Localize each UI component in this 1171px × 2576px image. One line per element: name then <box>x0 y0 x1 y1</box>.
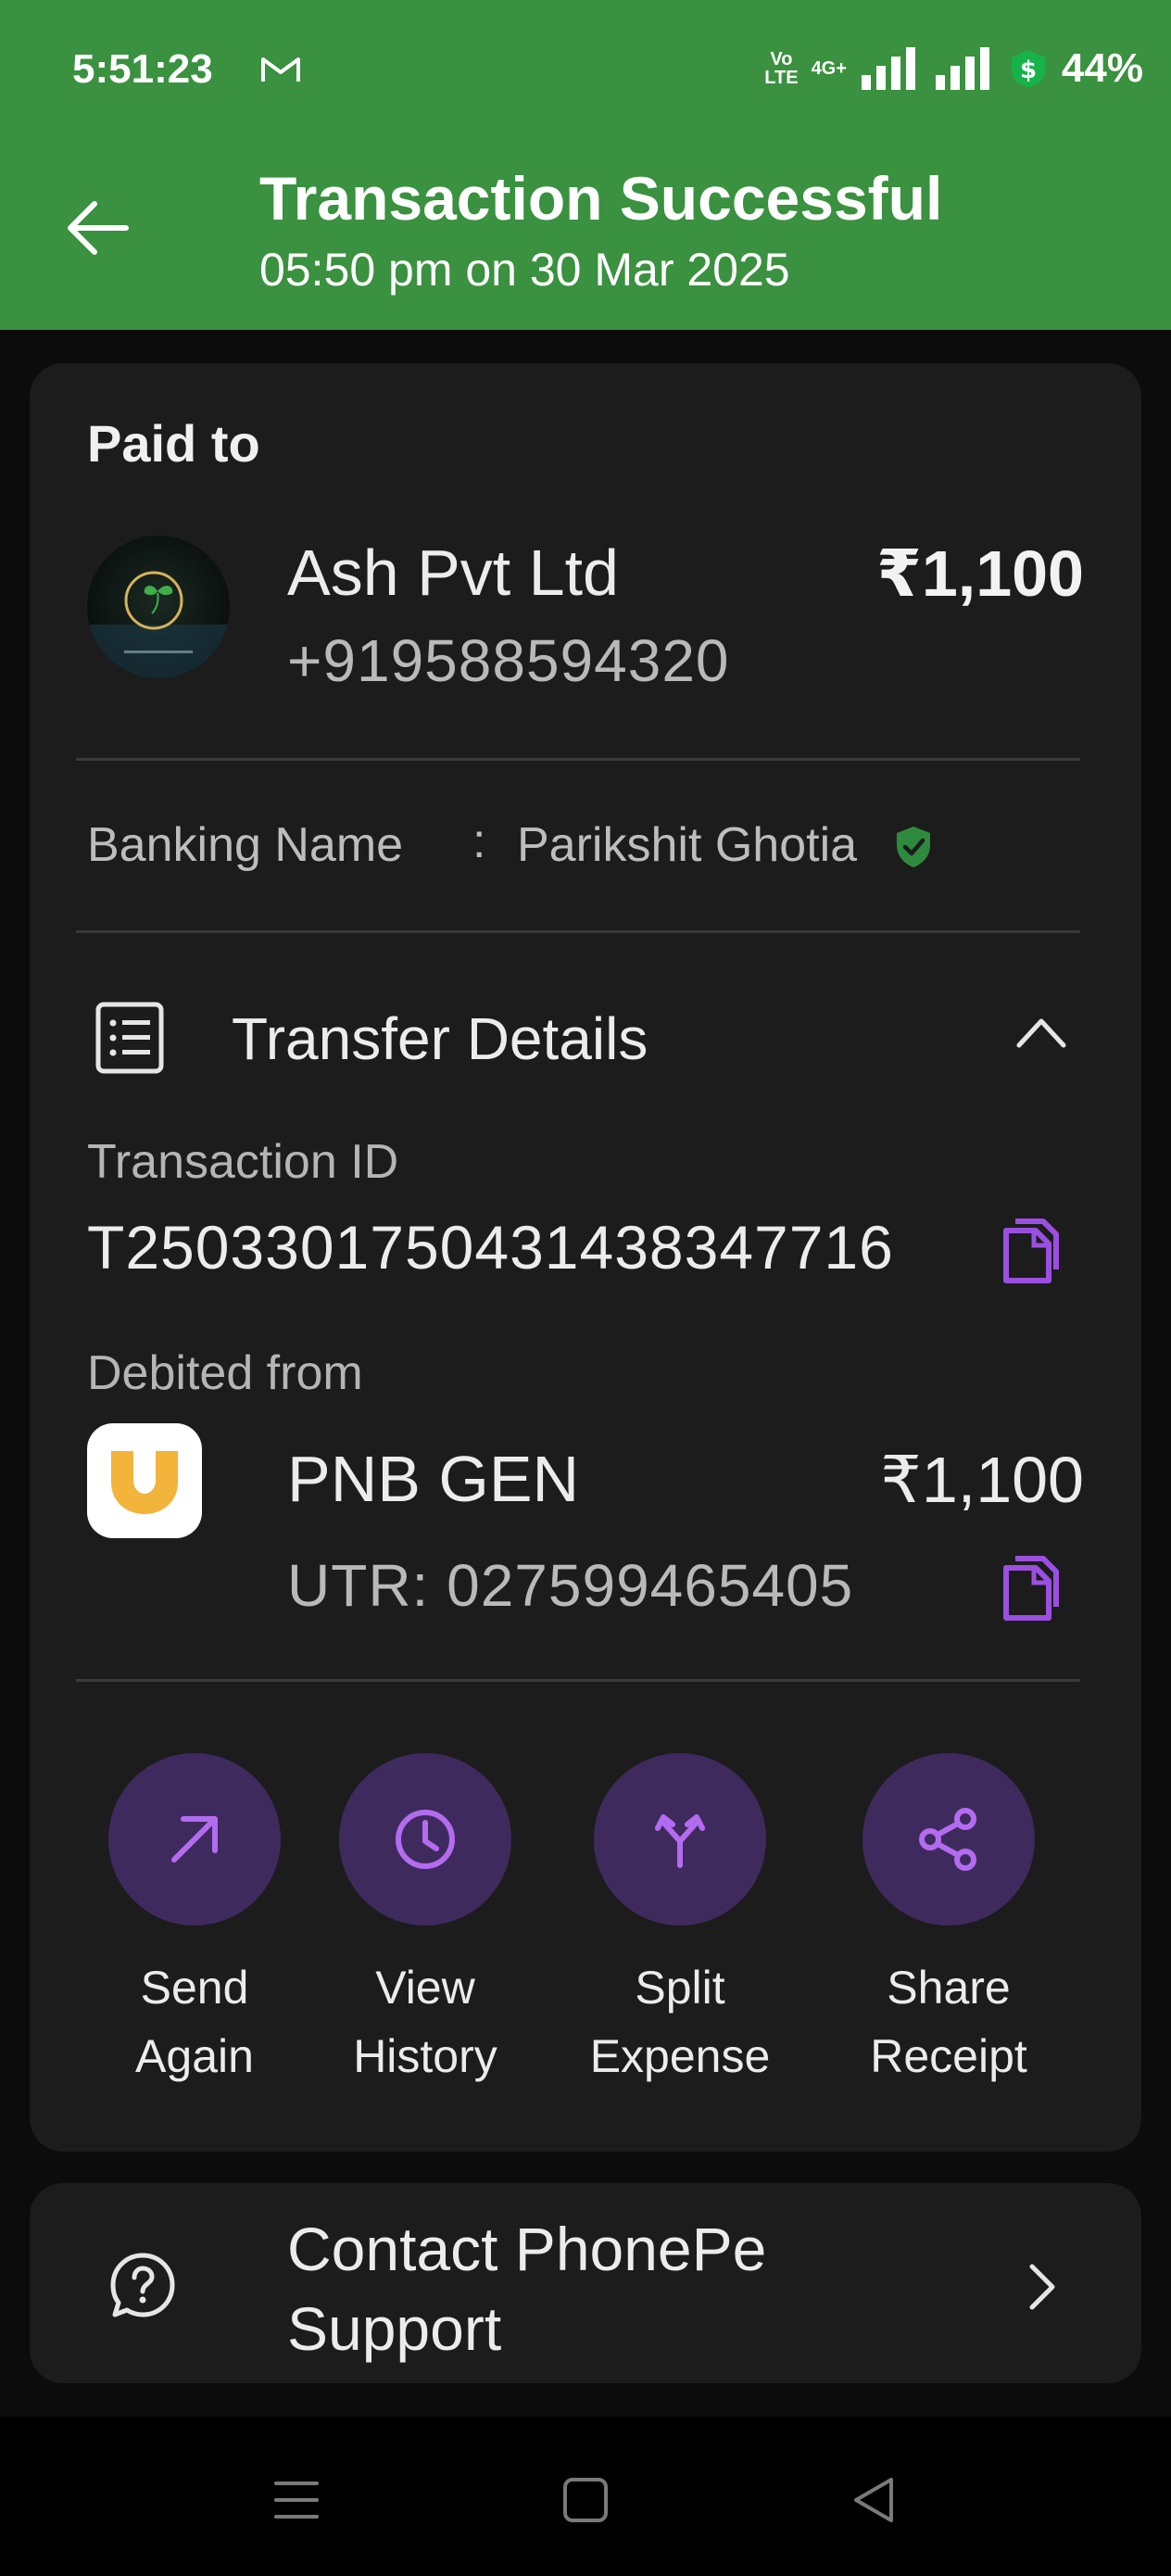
dollar-badge-icon: $ <box>1011 50 1045 87</box>
pnb-bank-logo <box>87 1423 202 1538</box>
send-again-label: Send Again <box>135 1962 254 2082</box>
home-icon[interactable] <box>558 2472 613 2528</box>
copy-icon[interactable] <box>1002 1214 1067 1284</box>
signal-icon <box>861 47 915 90</box>
app-header: 5:51:23 Vo LTE 4G+ $ 44% Transaction Suc… <box>0 0 1171 330</box>
clock-icon <box>396 1810 455 1869</box>
system-nav-bar <box>0 2417 1171 2576</box>
split-expense-circle[interactable] <box>594 1753 766 1926</box>
contact-support-row[interactable]: Contact PhonePe Support <box>30 2183 1141 2383</box>
chevron-up-icon[interactable] <box>1014 1012 1069 1053</box>
banking-name-separator: : <box>472 814 486 868</box>
view-history-label: View History <box>353 1962 497 2082</box>
share-receipt-circle[interactable] <box>863 1753 1035 1926</box>
back-icon[interactable] <box>847 2472 902 2528</box>
page-title: Transaction Successful <box>259 164 943 233</box>
payee-phone: +919588594320 <box>287 627 730 694</box>
divider <box>76 1679 1080 1682</box>
receipt-list-icon <box>95 1002 164 1074</box>
split-icon <box>655 1814 705 1868</box>
share-receipt-button[interactable]: Share Receipt <box>837 1753 1060 2090</box>
signal-icon <box>935 47 989 90</box>
view-history-circle[interactable] <box>339 1753 511 1926</box>
volte-icon: Vo LTE <box>764 49 799 88</box>
split-expense-label: Split Expense <box>589 1962 771 2082</box>
contact-support-label[interactable]: Contact PhonePe Support <box>287 2209 936 2368</box>
debited-from-label: Debited from <box>87 1346 363 1400</box>
payee-amount: ₹1,100 <box>876 537 1084 610</box>
verified-shield-icon <box>897 827 930 867</box>
payee-avatar <box>87 536 230 678</box>
gmail-icon <box>261 57 300 82</box>
chevron-right-icon[interactable] <box>1023 2261 1060 2313</box>
share-receipt-label: Share Receipt <box>870 1962 1027 2082</box>
split-expense-button[interactable]: Split Expense <box>569 1753 791 2090</box>
menu-icon[interactable] <box>269 2472 324 2528</box>
utr-number: UTR: 027599465405 <box>287 1552 854 1619</box>
view-history-button[interactable]: View History <box>314 1753 536 2090</box>
share-icon <box>919 1808 976 1871</box>
banking-name-value: Parikshit Ghotia <box>517 818 858 872</box>
paid-to-label: Paid to <box>87 414 260 473</box>
back-arrow-icon[interactable] <box>65 195 132 261</box>
help-question-icon <box>110 2253 175 2317</box>
transaction-id-label: Transaction ID <box>87 1135 399 1189</box>
status-icons: Vo LTE 4G+ $ 44% <box>764 41 1143 96</box>
payee-name: Ash Pvt Ltd <box>287 537 619 609</box>
network-type: 4G+ <box>811 57 847 79</box>
send-arrow-icon <box>171 1816 218 1863</box>
debit-amount: ₹1,100 <box>880 1444 1084 1516</box>
banking-name-label: Banking Name <box>87 818 404 872</box>
battery-percent: 44% <box>1061 45 1143 91</box>
transfer-details-title[interactable]: Transfer Details <box>232 1004 648 1073</box>
send-again-circle[interactable] <box>108 1753 281 1926</box>
copy-icon[interactable] <box>1002 1551 1067 1622</box>
status-time: 5:51:23 <box>72 46 213 92</box>
debit-bank-name: PNB GEN <box>287 1443 580 1515</box>
svg-text:$: $ <box>1020 57 1037 84</box>
divider <box>76 930 1080 933</box>
transaction-card: Paid to Ash Pvt Ltd +919588594320 ₹1,100… <box>30 363 1141 2152</box>
send-again-button[interactable]: Send Again <box>83 1753 306 2090</box>
transaction-id-value: T2503301750431438347716 <box>87 1213 894 1282</box>
divider <box>76 758 1080 761</box>
transaction-timestamp: 05:50 pm on 30 Mar 2025 <box>259 244 790 296</box>
